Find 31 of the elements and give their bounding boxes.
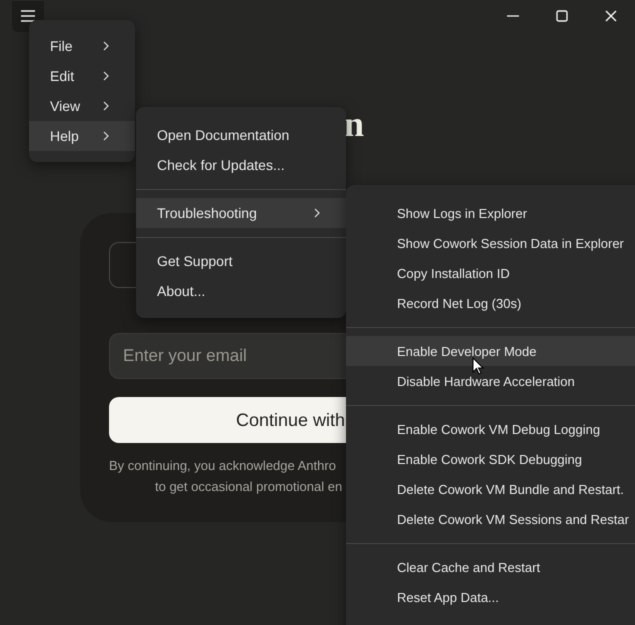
menu-item[interactable]: Enable Cowork VM Debug Logging — [346, 414, 635, 444]
menu-item[interactable]: Copy Installation ID — [346, 258, 635, 288]
disclaimer-text: By continuing, you acknowledge Anthro — [109, 457, 336, 475]
menu-item[interactable]: Delete Cowork VM Bundle and Restart. — [346, 474, 635, 504]
menu-item[interactable]: Show Logs in Explorer — [346, 198, 635, 228]
menu-item[interactable]: Edit — [29, 61, 135, 91]
mouse-pointer-icon — [472, 357, 484, 375]
menu-item[interactable]: Record Net Log (30s) — [346, 288, 635, 318]
menu-item[interactable]: Troubleshooting — [136, 198, 346, 228]
menu-item[interactable]: Open Documentation — [136, 120, 346, 150]
menu-item[interactable]: Disable Hardware Acceleration — [346, 366, 635, 396]
menu-item[interactable]: Delete Cowork VM Sessions and Restar — [346, 504, 635, 534]
menu-item[interactable]: Enable Developer Mode — [346, 336, 635, 366]
disclaimer-text: to get occasional promotional en — [155, 478, 342, 496]
menu-item[interactable]: Help — [29, 121, 135, 151]
menu-item[interactable]: Clear Cache and Restart — [346, 552, 635, 582]
menu-item[interactable]: Enable Cowork SDK Debugging — [346, 444, 635, 474]
menu-item[interactable]: About... — [136, 276, 346, 306]
minimize-icon — [506, 15, 518, 17]
continue-button[interactable]: Continue with — [109, 397, 346, 443]
page-heading: n — [344, 104, 366, 144]
menu-item[interactable]: Check for Updates... — [136, 150, 346, 180]
close-icon — [604, 10, 616, 22]
menu-item[interactable]: View — [29, 91, 135, 121]
menu-item[interactable]: Reset App Data... — [346, 582, 635, 612]
menu-item[interactable]: Get Support — [136, 246, 346, 276]
menu-item[interactable]: File — [29, 31, 135, 61]
maximize-icon — [556, 10, 568, 22]
email-field[interactable]: Enter your email — [109, 333, 346, 379]
menu-item[interactable]: Show Cowork Session Data in Explorer — [346, 228, 635, 258]
menu-icon — [21, 10, 35, 22]
